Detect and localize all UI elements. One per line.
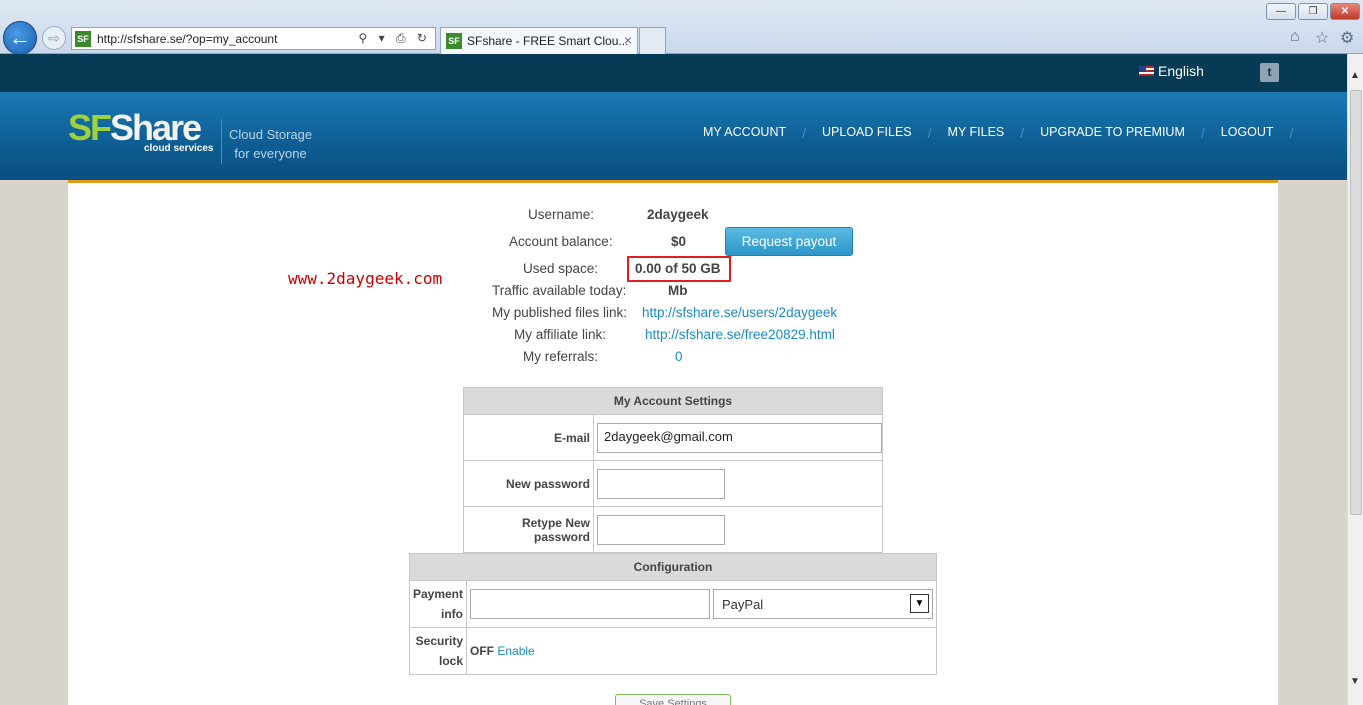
affiliate-link[interactable]: http://sfshare.se/free20829.html <box>645 327 835 342</box>
balance-value: $0 <box>671 234 687 249</box>
address-tools-icon[interactable]: ⚲ ▾ ⎙ ↻ <box>359 31 431 46</box>
main-nav: MY ACCOUNT / UPLOAD FILES / MY FILES / U… <box>703 125 1309 141</box>
favorites-star-icon[interactable]: ☆ <box>1315 28 1329 48</box>
tab-close-icon[interactable]: × <box>624 32 632 48</box>
account-settings-title: My Account Settings <box>463 387 883 415</box>
published-files-link[interactable]: http://sfshare.se/users/2daygeek <box>642 305 837 320</box>
configuration-table: Configuration Payment info PayPal ▼ Secur… <box>409 553 937 675</box>
dropdown-arrow-icon: ▼ <box>910 594 929 613</box>
payment-method-select[interactable]: PayPal ▼ <box>713 589 933 619</box>
home-icon[interactable]: ⌂ <box>1290 28 1300 46</box>
new-tab-button[interactable] <box>639 27 666 54</box>
account-settings-table: My Account Settings E-mail 2daygeek@gmai… <box>463 387 883 553</box>
settings-gear-icon[interactable]: ⚙ <box>1340 28 1354 48</box>
maximize-button[interactable]: ❐ <box>1298 3 1328 20</box>
back-button[interactable]: ← <box>3 21 37 55</box>
payment-label-line-1: Payment <box>412 587 463 601</box>
balance-label: Account balance: <box>509 234 613 249</box>
referrals-value[interactable]: 0 <box>675 349 683 364</box>
email-field[interactable]: 2daygeek@gmail.com <box>597 422 882 453</box>
nav-separator: / <box>1020 125 1025 141</box>
site-favicon-icon: SF <box>75 31 91 47</box>
referrals-label: My referrals: <box>523 349 599 364</box>
username-label: Username: <box>528 207 595 222</box>
username-value: 2daygeek <box>647 207 709 222</box>
logo-share: Share <box>110 107 202 148</box>
logo-divider <box>221 119 222 164</box>
payment-label-line-2: info <box>441 607 463 621</box>
traffic-value: Mb <box>668 283 688 298</box>
address-bar[interactable]: SF http://sfshare.se/?op=my_account ⚲ ▾ … <box>71 27 436 50</box>
logo-subtitle: cloud services <box>144 143 214 154</box>
security-lock-label: Security lock <box>409 627 467 675</box>
page-scrollbar[interactable]: ▲ ▼ <box>1347 54 1363 705</box>
twitter-icon[interactable]: t <box>1260 63 1279 82</box>
site-header: SFShare cloud services Cloud Storage for… <box>0 92 1347 180</box>
new-password-field[interactable] <box>597 468 725 499</box>
security-label-line-2: lock <box>438 654 463 668</box>
nav-separator: / <box>1289 125 1294 141</box>
language-label: English <box>1158 63 1204 79</box>
site-logo[interactable]: SFShare cloud services <box>68 107 213 155</box>
security-lock-status: OFF <box>470 644 494 658</box>
traffic-label: Traffic available today: <box>492 283 627 298</box>
nav-my-files[interactable]: MY FILES <box>948 125 1005 141</box>
back-arrow-icon: ← <box>9 25 31 50</box>
nav-upgrade-premium[interactable]: UPGRADE TO PREMIUM <box>1040 125 1185 141</box>
retype-password-field[interactable] <box>597 514 725 545</box>
used-space-value: 0.00 of 50 GB <box>635 261 721 276</box>
nav-logout[interactable]: LOGOUT <box>1221 125 1274 141</box>
browser-tab[interactable]: SF SFshare - FREE Smart Clou... × <box>440 27 638 54</box>
nav-my-account[interactable]: MY ACCOUNT <box>703 125 786 141</box>
retype-password-label: Retype New password <box>463 506 594 553</box>
security-label-line-1: Security <box>415 634 463 648</box>
nav-separator: / <box>1200 125 1205 141</box>
tab-title: SFshare - FREE Smart Clou... <box>467 34 629 48</box>
watermark-text: www.2daygeek.com <box>288 269 443 288</box>
affiliate-label: My affiliate link: <box>514 327 607 342</box>
browser-chrome: ← ⇨ SF http://sfshare.se/?op=my_account … <box>0 0 1363 55</box>
email-label: E-mail <box>463 414 594 461</box>
tagline-line-2: for everyone <box>234 146 307 161</box>
tagline-line-1: Cloud Storage <box>229 127 313 142</box>
minimize-button[interactable]: — <box>1266 3 1296 20</box>
payment-info-label: Payment info <box>409 580 467 628</box>
nav-separator: / <box>802 125 807 141</box>
language-selector[interactable]: English <box>1139 63 1204 79</box>
published-files-label: My published files link: <box>492 305 628 320</box>
tagline: Cloud Storage for everyone <box>229 125 312 163</box>
logo-sf: SF <box>68 107 112 148</box>
nav-separator: / <box>927 125 932 141</box>
scroll-down-icon[interactable]: ▼ <box>1350 676 1360 687</box>
payment-method-value: PayPal <box>722 597 764 612</box>
tab-favicon-icon: SF <box>446 33 462 49</box>
new-password-label: New password <box>463 460 594 507</box>
us-flag-icon <box>1139 66 1154 76</box>
site-topbar: English t <box>0 54 1347 92</box>
scroll-thumb[interactable] <box>1350 90 1362 515</box>
payment-info-field[interactable] <box>470 589 710 619</box>
nav-upload-files[interactable]: UPLOAD FILES <box>822 125 912 141</box>
scroll-up-icon[interactable]: ▲ <box>1350 70 1360 81</box>
configuration-title: Configuration <box>409 553 937 581</box>
forward-button[interactable]: ⇨ <box>42 26 66 50</box>
forward-arrow-icon: ⇨ <box>48 30 60 46</box>
security-lock-enable-link[interactable]: Enable <box>497 644 534 658</box>
used-space-label: Used space: <box>523 261 599 276</box>
save-settings-button[interactable]: Save Settings <box>615 694 731 705</box>
close-window-button[interactable]: ✕ <box>1330 3 1360 20</box>
address-url[interactable]: http://sfshare.se/?op=my_account <box>97 32 277 46</box>
request-payout-button[interactable]: Request payout <box>725 227 853 256</box>
